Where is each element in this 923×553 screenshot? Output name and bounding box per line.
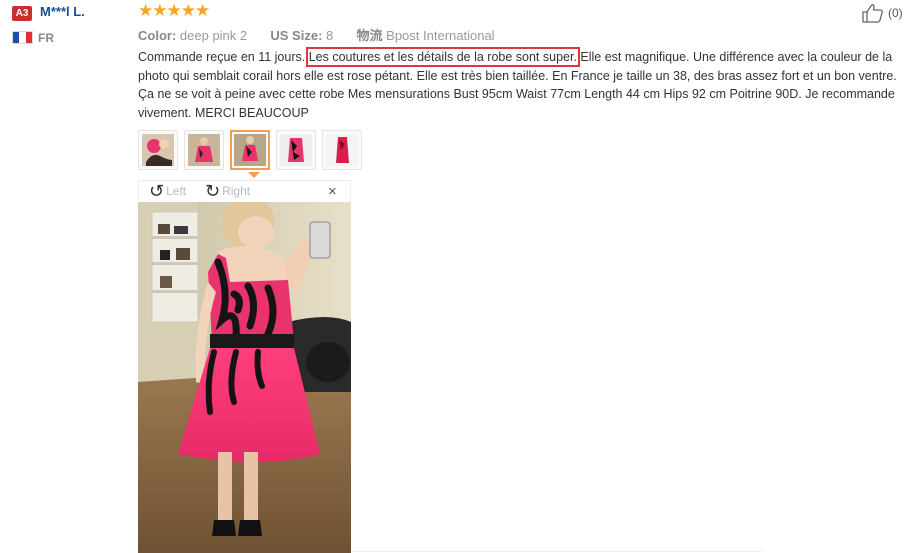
color-label: Color: <box>138 28 177 43</box>
review-thumbnail-4[interactable] <box>276 130 316 170</box>
shipping-label: 物流 <box>356 28 383 43</box>
review-text: Commande reçue en 11 jours. Les coutures… <box>138 47 903 122</box>
rotate-right-label: Right <box>222 184 251 198</box>
shipping-value: Bpost International <box>386 28 495 43</box>
rotate-left-label: Left <box>166 184 187 198</box>
star-rating: ★★★★★ <box>138 1 210 20</box>
review-thumbnail-1[interactable] <box>138 130 178 170</box>
image-viewer-toolbar: ↺ Left ↻ Right × <box>138 180 351 202</box>
review-thumbnail-5[interactable] <box>322 130 362 170</box>
review-photo <box>138 202 351 553</box>
reviewer-level-badge: A3 <box>12 6 32 21</box>
rotate-right-icon: ↻ <box>205 181 221 201</box>
rotate-right-button[interactable]: ↻ Right <box>205 182 250 200</box>
country-flag-icon <box>12 31 33 44</box>
thumbs-up-icon[interactable] <box>861 3 885 23</box>
divider <box>352 551 762 552</box>
active-thumbnail-indicator <box>248 172 260 178</box>
review-thumbnails <box>138 130 362 170</box>
reviewer-country: FR <box>38 31 54 45</box>
color-value: deep pink 2 <box>179 28 248 43</box>
review-thumbnail-3[interactable] <box>230 130 270 170</box>
order-meta: Color: deep pink 2 US Size: 8 物流 Bpost I… <box>138 25 495 44</box>
rotate-left-button[interactable]: ↺ Left <box>149 182 186 200</box>
review-text-start: Commande reçue en 11 jours. <box>138 50 309 64</box>
helpful-vote[interactable]: (0) <box>861 3 903 23</box>
size-label: US Size: <box>270 28 323 43</box>
close-viewer-button[interactable]: × <box>328 183 337 200</box>
helpful-count: (0) <box>888 6 903 20</box>
rotate-left-icon: ↺ <box>149 181 165 201</box>
reviewer-name[interactable]: M***l L. <box>40 4 85 19</box>
review-highlight: Les coutures et les détails de la robe s… <box>305 47 580 67</box>
size-value: 8 <box>326 28 334 43</box>
review-thumbnail-2[interactable] <box>184 130 224 170</box>
